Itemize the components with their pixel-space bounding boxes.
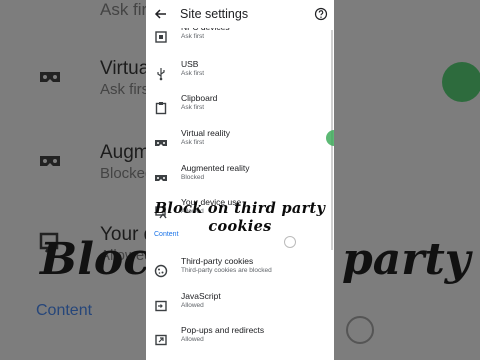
vr-headset-icon <box>154 136 168 150</box>
background-caption-right: party <box>342 234 471 285</box>
list-item-title: Augmented reality <box>181 163 250 173</box>
page-title: Site settings <box>180 7 249 21</box>
background-right-panel <box>334 0 480 360</box>
list-item-subtitle: Ask first <box>181 104 205 111</box>
list-item-subtitle: Ask first <box>181 33 205 40</box>
list-item-subtitle: Ask first <box>181 139 205 146</box>
touch-indicator <box>284 236 296 248</box>
overlay-caption: Block on third party cookies <box>146 200 334 236</box>
ar-headset-icon <box>154 171 168 185</box>
app-bar: Site settings <box>146 0 334 28</box>
list-item-title: Virtual reality <box>181 128 230 138</box>
cookie-icon <box>154 264 168 278</box>
list-item-third-party-cookies[interactable]: Third-party cookies Third-party cookies … <box>146 256 334 290</box>
background-row: Virtual reality Ask first <box>0 56 209 116</box>
usb-icon <box>154 67 168 81</box>
list-item-popups[interactable]: Pop-ups and redirects Allowed <box>146 325 334 359</box>
clipboard-icon <box>154 101 168 115</box>
list-item-subtitle: Third-party cookies are blocked <box>181 267 272 274</box>
phone-screen: NFC devices Ask first USB Ask first Clip… <box>146 0 334 360</box>
help-circle-icon[interactable] <box>314 7 328 21</box>
list-item-subtitle: Ask first <box>181 70 205 77</box>
nfc-icon <box>154 30 168 44</box>
overlay-caption-line-1: Block on third party <box>154 200 326 217</box>
list-item-title: Pop-ups and redirects <box>181 325 265 335</box>
javascript-icon <box>154 299 168 313</box>
background-section-label: Content <box>36 302 93 319</box>
arrow-back-icon[interactable] <box>152 5 170 23</box>
background-row: Augmented reality Blocked <box>0 140 253 200</box>
popup-icon <box>154 333 168 347</box>
vr-headset-icon <box>38 66 62 91</box>
background-left-panel: Ask first Virtual reality Ask first Augm… <box>0 0 253 360</box>
list-item-title: Third-party cookies <box>181 256 254 266</box>
list-item-augmented-reality[interactable]: Augmented reality Blocked <box>146 163 334 197</box>
list-item-subtitle: Allowed <box>181 302 204 309</box>
list-item-subtitle: Allowed <box>181 336 204 343</box>
background-touch-ring <box>346 316 374 344</box>
list-item-subtitle: Blocked <box>181 174 205 181</box>
list-item-title: Clipboard <box>181 93 218 103</box>
list-item-javascript[interactable]: JavaScript Allowed <box>146 291 334 325</box>
list-item-usb[interactable]: USB Ask first <box>146 59 334 93</box>
settings-list: NFC devices Ask first USB Ask first Clip… <box>146 0 334 360</box>
overlay-caption-line-2: cookies <box>208 218 272 235</box>
ar-headset-icon <box>38 150 62 175</box>
list-item-virtual-reality[interactable]: Virtual reality Ask first <box>146 128 334 162</box>
background-row: Ask first <box>0 0 160 52</box>
background-fab <box>442 62 480 102</box>
list-item-title: JavaScript <box>181 291 221 301</box>
list-item-title: USB <box>181 59 199 69</box>
list-item-clipboard[interactable]: Clipboard Ask first <box>146 93 334 127</box>
